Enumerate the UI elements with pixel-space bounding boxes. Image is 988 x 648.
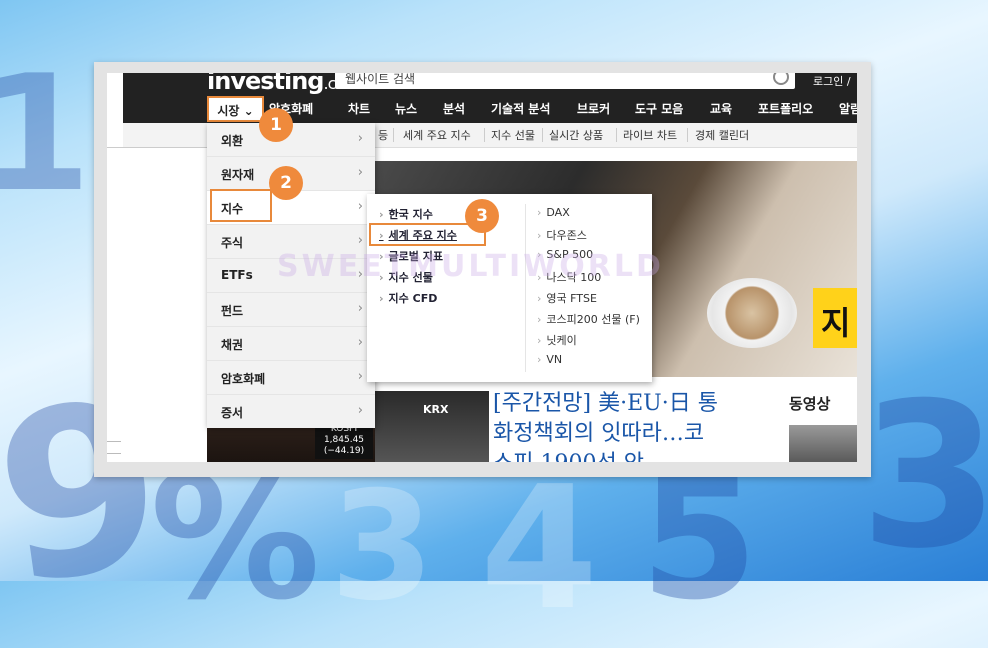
chevron-down-icon: ⌄ bbox=[243, 104, 254, 118]
krx-image[interactable]: KRX bbox=[375, 391, 489, 462]
coffee-cup-image bbox=[707, 278, 797, 348]
video-thumbnail[interactable] bbox=[789, 425, 857, 462]
divider bbox=[107, 147, 207, 148]
subnav-item[interactable]: 라이브 차트 bbox=[623, 127, 677, 143]
chevron-right-icon: › bbox=[357, 131, 363, 146]
menu-item-bonds[interactable]: 채권 › bbox=[207, 327, 375, 361]
nav-item-market[interactable]: 시장 ⌄ bbox=[207, 96, 264, 122]
nav-item-news[interactable]: 뉴스 bbox=[395, 95, 417, 123]
subnav-item[interactable]: 등 bbox=[378, 127, 388, 143]
nav-item-tools[interactable]: 도구 모음 bbox=[635, 95, 683, 123]
submenu-item-vn[interactable]: VN bbox=[537, 353, 562, 366]
background-digit: 1 bbox=[0, 40, 92, 227]
subnav-item[interactable]: 지수 선물 bbox=[491, 127, 535, 143]
chevron-right-icon: › bbox=[357, 335, 363, 350]
step-badge-2: 2 bbox=[269, 166, 303, 200]
subnav-divider bbox=[542, 128, 543, 142]
video-section-title: 동영상 bbox=[789, 395, 831, 413]
nav-item-education[interactable]: 교육 bbox=[710, 95, 732, 123]
subnav-divider bbox=[484, 128, 485, 142]
chevron-right-icon: › bbox=[357, 199, 363, 214]
submenu-item-ftse[interactable]: 영국 FTSE bbox=[537, 290, 597, 306]
submenu-item-dax[interactable]: DAX bbox=[537, 206, 569, 219]
banner-label: 지 bbox=[813, 288, 857, 348]
chevron-right-icon: › bbox=[357, 233, 363, 248]
nav-item-portfolio[interactable]: 포트폴리오 bbox=[758, 95, 813, 123]
search-icon[interactable] bbox=[773, 73, 789, 85]
chevron-right-icon: › bbox=[357, 165, 363, 180]
nav-item-analysis[interactable]: 분석 bbox=[443, 95, 465, 123]
step-badge-3: 3 bbox=[465, 199, 499, 233]
subnav-divider bbox=[616, 128, 617, 142]
chevron-right-icon: › bbox=[357, 301, 363, 316]
background-digit: 3 bbox=[860, 360, 988, 593]
subnav-item[interactable]: 실시간 상품 bbox=[549, 127, 603, 143]
menu-item-funds[interactable]: 펀드 › bbox=[207, 293, 375, 327]
news-headline[interactable]: [주간전망] 美·EU·日 통 화정책회의 잇따라…코 스피 1900선 안 bbox=[493, 389, 773, 462]
submenu-item-korea-indices[interactable]: 한국 지수 bbox=[379, 206, 433, 222]
chevron-right-icon: › bbox=[357, 403, 363, 418]
subnav-divider bbox=[687, 128, 688, 142]
nav-item-alerts[interactable]: 알림 bbox=[839, 95, 857, 123]
background-digit: 4 bbox=[480, 450, 599, 648]
submenu-divider bbox=[525, 204, 526, 372]
nav-item-charts[interactable]: 차트 bbox=[348, 95, 370, 123]
search-input[interactable]: 웹사이트 검색 bbox=[335, 73, 795, 89]
browser-screenshot: investing.com 웹사이트 검색 로그인 / 시장 ⌄ 암호화폐 차트… bbox=[107, 73, 857, 462]
divider bbox=[107, 441, 121, 442]
submenu-item-index-cfd[interactable]: 지수 CFD bbox=[379, 290, 438, 306]
subnav-divider bbox=[393, 128, 394, 142]
menu-item-crypto[interactable]: 암호화폐 › bbox=[207, 361, 375, 395]
submenu-item-nikkei[interactable]: 닛케이 bbox=[537, 332, 576, 348]
menu-item-certificates[interactable]: 증서 › bbox=[207, 395, 375, 428]
submenu-item-kospi200-futures[interactable]: 코스피200 선물 (F) bbox=[537, 311, 640, 327]
search-placeholder: 웹사이트 검색 bbox=[345, 73, 416, 86]
chevron-right-icon: › bbox=[357, 369, 363, 384]
login-link[interactable]: 로그인 / bbox=[813, 73, 851, 89]
nav-item-brokers[interactable]: 브로커 bbox=[577, 95, 610, 123]
logo-main: investing bbox=[207, 73, 324, 95]
background-digit: 3 bbox=[330, 460, 435, 634]
submenu-item-dow[interactable]: 다우존스 bbox=[537, 227, 586, 243]
watermark: SWEETMULTIWORLD bbox=[277, 249, 664, 284]
subnav-item[interactable]: 경제 캘린더 bbox=[695, 127, 749, 143]
step-badge-1: 1 bbox=[259, 108, 293, 142]
highlight-box-indices bbox=[210, 189, 272, 222]
divider bbox=[107, 453, 121, 454]
nav-item-technical[interactable]: 기술적 분석 bbox=[491, 95, 550, 123]
subnav-item[interactable]: 세계 주요 지수 bbox=[403, 127, 471, 143]
